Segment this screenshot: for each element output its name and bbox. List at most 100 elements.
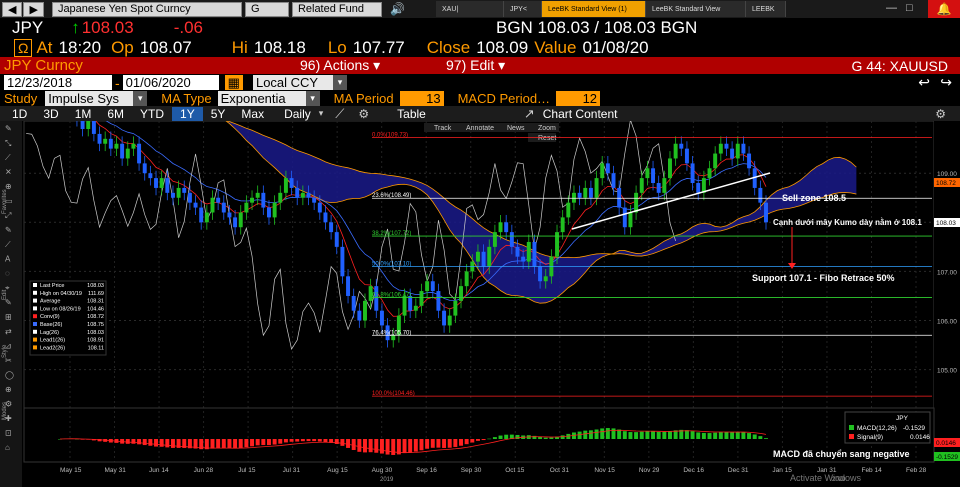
ma-type-dropdown-icon[interactable]: ▾ <box>305 91 320 106</box>
forward-icon[interactable]: ↪ <box>940 74 952 91</box>
open-label: Op <box>111 38 134 57</box>
draw-tool-0-icon[interactable]: ✎ <box>5 124 12 133</box>
tool-annotate[interactable]: Annotate <box>466 125 494 132</box>
candle-body <box>475 251 480 262</box>
ma-type-field[interactable]: Exponentia <box>217 91 306 106</box>
end-date-field[interactable]: 01/06/2020 <box>122 75 219 90</box>
draw-tool-14-icon[interactable]: ⇄ <box>5 327 12 336</box>
frequency-dropdown-icon[interactable]: ▾ <box>319 108 324 119</box>
macd-bar <box>221 439 226 449</box>
trend-icon[interactable]: ↗ <box>524 106 535 122</box>
actions-menu[interactable]: 96) Actions ▾ <box>300 57 380 74</box>
close-value: 108.09 <box>476 38 529 57</box>
macd-bar <box>758 436 763 439</box>
chart-content-button[interactable]: Chart Content <box>535 107 626 121</box>
draw-tool-17-icon[interactable]: ◯ <box>5 371 14 380</box>
range-max[interactable]: Max <box>233 107 272 121</box>
calendar-icon[interactable]: ▦ <box>224 75 243 90</box>
time-tick-15: Dec 31 <box>728 467 749 474</box>
macd-bar <box>549 437 554 439</box>
candle-body <box>634 192 639 213</box>
alert-icon[interactable]: 🔔 <box>928 0 960 18</box>
tool-news[interactable]: News <box>507 125 525 132</box>
line-chart-icon[interactable]: ⟋ <box>335 106 344 122</box>
range-1d[interactable]: 1D <box>4 107 35 121</box>
range-5y[interactable]: 5Y <box>203 107 234 121</box>
range-3d[interactable]: 3D <box>35 107 66 121</box>
macd-period-field[interactable]: 12 <box>556 91 601 106</box>
draw-tool-1-icon[interactable]: ⤡ <box>5 139 12 148</box>
draw-tool-10-icon[interactable]: ◌ <box>5 269 10 278</box>
tool-reset[interactable]: Reset <box>538 135 556 142</box>
study-dropdown-icon[interactable]: ▾ <box>133 91 148 106</box>
candle-body <box>402 295 407 316</box>
nav-forward-button[interactable]: ▶ <box>23 1 44 17</box>
draw-tool-9-icon[interactable]: A <box>5 255 11 264</box>
candle-body <box>233 217 238 228</box>
candle-body <box>91 114 96 134</box>
draw-tool-13-icon[interactable]: ⊞ <box>5 313 12 322</box>
audio-icon[interactable]: 🔊 <box>390 2 405 16</box>
tab-1[interactable]: JPY< <box>504 1 542 17</box>
title-bar: JPY Curncy 96) Actions ▾ 97) Edit ▾ G 44… <box>0 57 960 74</box>
draw-tool-8-icon[interactable]: ⟋ <box>5 240 11 249</box>
time-tick-3: Jun 28 <box>194 467 214 474</box>
chart-settings-icon[interactable]: ⚙ <box>935 107 946 121</box>
draw-tool-3-icon[interactable]: ✕ <box>5 168 12 177</box>
back-icon[interactable]: ↩ <box>918 74 930 91</box>
macd-bar <box>747 433 752 439</box>
macd-bar <box>340 439 345 446</box>
candle-body <box>668 158 672 179</box>
candle-body <box>261 192 266 208</box>
draw-tool-7-icon[interactable]: ✎ <box>5 226 12 235</box>
ma-type-label: MA Type <box>161 91 212 106</box>
type-field[interactable]: G <box>244 1 289 17</box>
candle-body <box>521 256 526 262</box>
ma-period-field[interactable]: 13 <box>399 91 444 106</box>
maximize-icon[interactable]: □ <box>906 2 913 14</box>
table-button[interactable]: Table <box>389 107 434 121</box>
tab-3[interactable]: LeeBK Standard View <box>646 1 746 17</box>
candle-body <box>481 251 486 267</box>
range-6m[interactable]: 6M <box>99 107 132 121</box>
macd-bar <box>391 439 396 455</box>
tool-track[interactable]: Track <box>434 125 452 132</box>
legend: Last Price 108.03 High on 04/30/19 111.69 Av… <box>29 280 107 356</box>
tab-4[interactable]: LEEBK <box>746 1 786 17</box>
settings-icon[interactable]: ⚙ <box>358 107 369 121</box>
draw-tool-2-icon[interactable]: ⟋ <box>5 153 11 162</box>
range-ytd[interactable]: YTD <box>132 107 172 121</box>
currency-field[interactable]: Local CCY <box>252 75 333 90</box>
draw-tool-22-icon[interactable]: ⌂ <box>5 443 10 452</box>
legend-label-6: Lag(26) <box>40 330 59 336</box>
candle-body <box>182 187 187 193</box>
security-field[interactable]: Japanese Yen Spot Curncy <box>51 1 242 17</box>
legend-value-5: 108.75 <box>87 322 104 328</box>
signal-swatch <box>849 434 854 439</box>
minimize-icon[interactable]: — <box>886 2 897 14</box>
currency-dropdown-icon[interactable]: ▾ <box>332 75 347 90</box>
candle-body <box>436 291 441 311</box>
high-value: 108.18 <box>253 38 306 57</box>
chart-area: ✎ ⤡ ⟋ ✕ ⊕ ▭ ⤢ ✎ ⟋ A ◌ ⌖ ✎ ⊞ ⇄ ⊿ ✂ ◯ ⊕ ⚙ ✚ ⊡ ⌂ Favorites Edit S… <box>0 87 960 487</box>
candle-body <box>216 197 221 203</box>
tab-2[interactable]: LeeBK Standard View (1) <box>542 1 646 17</box>
start-date-field[interactable]: 12/23/2018 <box>4 75 112 90</box>
candle-body <box>108 138 113 149</box>
tab-0[interactable]: XAU| <box>436 1 504 17</box>
study-field[interactable]: Impulse Sys <box>45 91 134 106</box>
range-1m[interactable]: 1M <box>67 107 100 121</box>
macd-bar <box>481 439 486 441</box>
macd-bar <box>154 439 158 447</box>
legend-value-2: 108.31 <box>87 299 104 305</box>
related-button[interactable]: Related Fund <box>291 1 382 17</box>
range-1y[interactable]: 1Y <box>172 106 203 121</box>
nav-back-button[interactable]: ◀ <box>2 1 23 17</box>
edit-menu[interactable]: 97) Edit ▾ <box>446 57 505 74</box>
candle-body <box>379 310 384 326</box>
frequency-select[interactable]: Daily <box>276 107 319 121</box>
draw-tool-21-icon[interactable]: ⊡ <box>5 429 12 438</box>
tool-zoom[interactable]: Zoom <box>538 125 556 132</box>
macd-bar <box>227 439 232 449</box>
draw-tool-18-icon[interactable]: ⊕ <box>5 385 12 394</box>
